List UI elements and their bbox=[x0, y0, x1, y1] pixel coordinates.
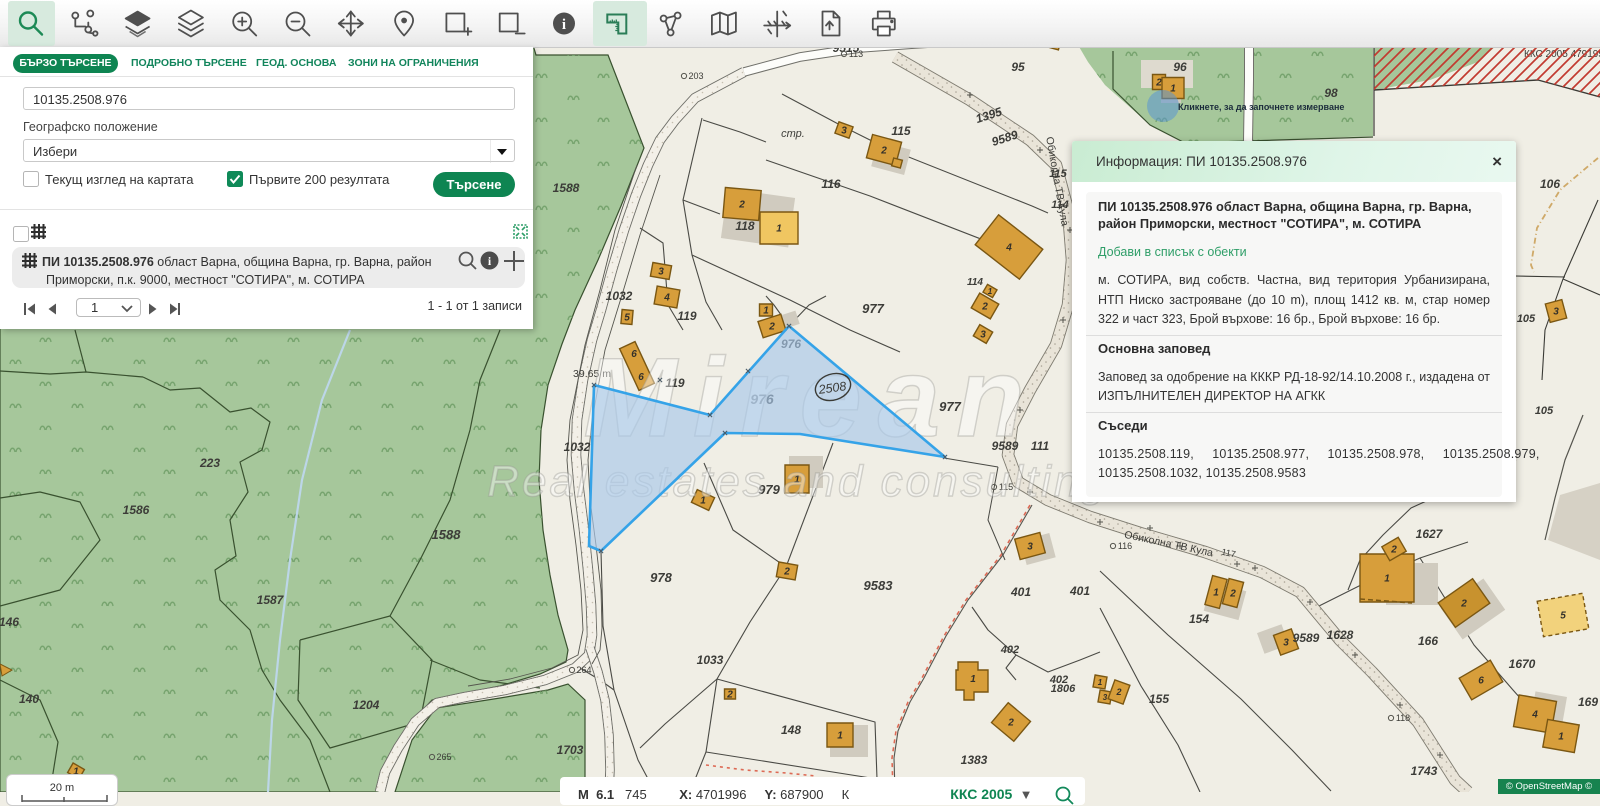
svg-text:114: 114 bbox=[967, 277, 983, 288]
svg-text:105: 105 bbox=[1517, 313, 1536, 325]
svg-text:1627: 1627 bbox=[1416, 527, 1444, 541]
svg-text:1587: 1587 bbox=[257, 593, 285, 607]
svg-text:1: 1 bbox=[970, 674, 976, 685]
svg-text:223: 223 bbox=[199, 456, 220, 470]
svg-text:2: 2 bbox=[981, 302, 988, 313]
svg-text:1033: 1033 bbox=[697, 653, 724, 667]
svg-text:1: 1 bbox=[988, 287, 993, 296]
svg-text:3: 3 bbox=[1553, 307, 1559, 318]
svg-text:1: 1 bbox=[1558, 732, 1564, 743]
svg-text:264: 264 bbox=[576, 665, 591, 675]
svg-text:3: 3 bbox=[841, 126, 847, 137]
svg-text:115: 115 bbox=[891, 124, 910, 138]
svg-text:402: 402 bbox=[1000, 644, 1019, 656]
svg-text:1743: 1743 bbox=[1411, 764, 1438, 778]
svg-text:2: 2 bbox=[1115, 687, 1121, 697]
svg-text:6: 6 bbox=[1478, 676, 1484, 687]
svg-text:978: 978 bbox=[650, 570, 672, 585]
svg-text:3: 3 bbox=[1283, 638, 1289, 649]
svg-text:1588: 1588 bbox=[432, 527, 462, 542]
svg-text:Real estates and consulting: Real estates and consulting bbox=[487, 457, 1109, 506]
svg-text:106: 106 bbox=[1540, 177, 1560, 191]
svg-text:1: 1 bbox=[776, 224, 782, 235]
svg-text:2: 2 bbox=[738, 200, 745, 211]
svg-text:155: 155 bbox=[1149, 692, 1169, 706]
svg-text:9589: 9589 bbox=[1293, 631, 1320, 645]
svg-text:148: 148 bbox=[781, 723, 801, 737]
svg-text:1032: 1032 bbox=[606, 289, 633, 303]
svg-text:265: 265 bbox=[436, 752, 451, 762]
svg-text:5: 5 bbox=[1560, 611, 1566, 622]
svg-text:9583: 9583 bbox=[864, 578, 894, 593]
svg-text:2: 2 bbox=[1155, 78, 1162, 89]
svg-text:1586: 1586 bbox=[123, 503, 150, 517]
svg-text:105: 105 bbox=[1535, 405, 1554, 417]
svg-text:140: 140 bbox=[19, 692, 39, 706]
svg-text:стр.: стр. bbox=[781, 128, 805, 140]
svg-text:1: 1 bbox=[1384, 574, 1390, 585]
svg-text:2: 2 bbox=[1390, 545, 1397, 556]
svg-text:1: 1 bbox=[1213, 588, 1219, 599]
svg-text:1628: 1628 bbox=[1327, 628, 1354, 642]
svg-text:1588: 1588 bbox=[553, 181, 580, 195]
svg-text:2: 2 bbox=[768, 322, 775, 333]
svg-text:113: 113 bbox=[849, 49, 863, 59]
svg-text:401: 401 bbox=[1010, 585, 1031, 599]
svg-text:1: 1 bbox=[1098, 678, 1103, 687]
svg-text:203: 203 bbox=[688, 71, 703, 81]
svg-text:2: 2 bbox=[1007, 718, 1014, 729]
svg-text:2: 2 bbox=[726, 690, 733, 701]
svg-text:1: 1 bbox=[837, 731, 843, 742]
svg-text:1670: 1670 bbox=[1509, 657, 1536, 671]
svg-text:i: i bbox=[562, 17, 566, 33]
svg-text:95: 95 bbox=[1011, 60, 1025, 74]
svg-text:98: 98 bbox=[1324, 86, 1338, 100]
svg-text:154: 154 bbox=[1189, 612, 1209, 626]
svg-text:166: 166 bbox=[1418, 634, 1438, 648]
svg-text:977: 977 bbox=[862, 301, 884, 316]
svg-text:401: 401 bbox=[1069, 584, 1090, 598]
svg-text:119: 119 bbox=[677, 309, 696, 323]
svg-text:5: 5 bbox=[624, 313, 630, 324]
svg-text:2: 2 bbox=[880, 146, 887, 157]
svg-text:116: 116 bbox=[1118, 541, 1132, 551]
svg-text:1703: 1703 bbox=[557, 743, 584, 757]
svg-text:2: 2 bbox=[1460, 599, 1467, 610]
svg-text:116: 116 bbox=[821, 177, 840, 191]
svg-text:4: 4 bbox=[1531, 710, 1538, 721]
svg-text:1806: 1806 bbox=[1051, 683, 1076, 695]
svg-text:2: 2 bbox=[1229, 589, 1236, 600]
svg-text:3: 3 bbox=[1027, 542, 1033, 553]
svg-text:Кликнете, за да започнете изме: Кликнете, за да започнете измерване bbox=[1178, 102, 1344, 112]
svg-text:146: 146 bbox=[0, 615, 19, 629]
svg-text:3: 3 bbox=[1103, 693, 1108, 702]
svg-text:118: 118 bbox=[1396, 713, 1410, 723]
svg-text:169: 169 bbox=[1578, 695, 1598, 709]
svg-text:96: 96 bbox=[1173, 60, 1187, 74]
svg-text:1204: 1204 bbox=[353, 698, 380, 712]
svg-text:1: 1 bbox=[763, 306, 769, 317]
svg-text:4: 4 bbox=[1005, 243, 1012, 254]
svg-text:2: 2 bbox=[783, 567, 790, 578]
svg-text:4: 4 bbox=[663, 293, 670, 304]
svg-text:1383: 1383 bbox=[961, 753, 988, 767]
svg-text:118: 118 bbox=[735, 219, 754, 233]
svg-text:3: 3 bbox=[658, 267, 664, 278]
